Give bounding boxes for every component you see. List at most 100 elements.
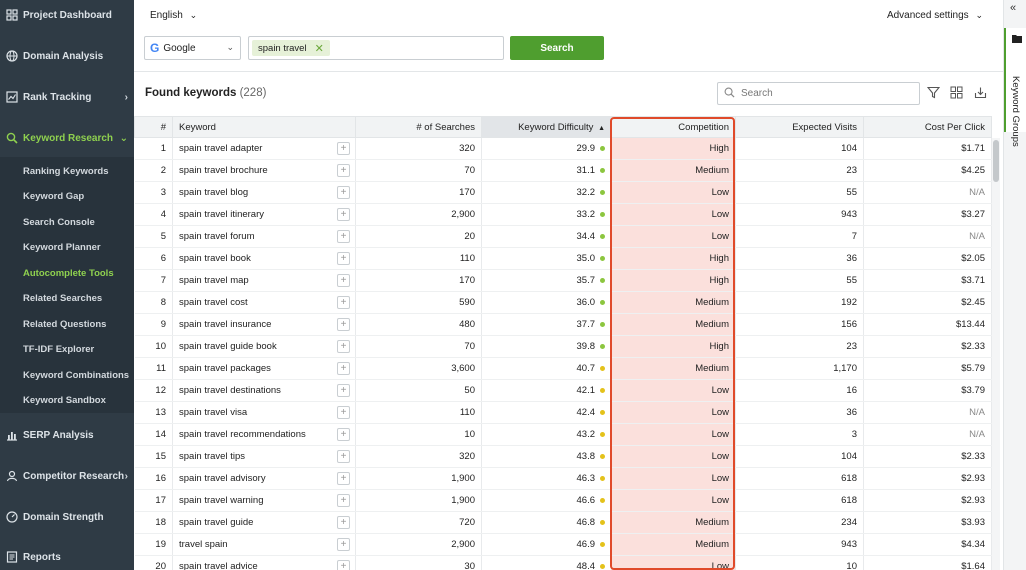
subnav-keyword-gap[interactable]: Keyword Gap	[23, 191, 84, 202]
add-keyword-button[interactable]: +	[337, 296, 350, 309]
cell-difficulty: 34.4	[481, 225, 612, 248]
table-row[interactable]: 13 spain travel visa +110 42.4 Low 36 N/A	[134, 401, 992, 424]
table-row[interactable]: 14 spain travel recommendations +10 43.2 Low…	[134, 423, 992, 446]
add-keyword-button[interactable]: +	[337, 516, 350, 529]
subnav-search-console[interactable]: Search Console	[23, 217, 95, 228]
cell-difficulty-value: 40.7	[576, 363, 596, 374]
cell-competition: Low	[611, 423, 736, 446]
add-keyword-button[interactable]: +	[337, 406, 350, 419]
subnav-related-questions[interactable]: Related Questions	[23, 319, 106, 330]
add-keyword-button[interactable]: +	[337, 318, 350, 331]
cell-searches-value: 170	[459, 275, 475, 286]
nav-reports[interactable]: Reports	[0, 542, 134, 570]
col-header-competition[interactable]: Competition	[611, 116, 736, 138]
table-row[interactable]: 7 spain travel map +170 35.7 High 55 $3.71	[134, 269, 992, 292]
col-header-cpc[interactable]: Cost Per Click	[863, 116, 992, 138]
subnav-autocomplete-tools[interactable]: Autocomplete Tools	[23, 268, 114, 279]
subnav-keyword-combinations[interactable]: Keyword Combinations	[23, 370, 129, 381]
add-keyword-button[interactable]: +	[337, 208, 350, 221]
subnav-tfidf-explorer[interactable]: TF-IDF Explorer	[23, 344, 94, 355]
add-keyword-button[interactable]: +	[337, 428, 350, 441]
table-row[interactable]: 6 spain travel book +110 35.0 High 36 $2.05	[134, 247, 992, 270]
difficulty-indicator-dot	[600, 453, 605, 459]
cell-index: 18	[134, 511, 173, 534]
filter-icon[interactable]	[926, 86, 941, 100]
keyword-groups-tab[interactable]: Keyword Groups	[1004, 28, 1026, 147]
add-keyword-button[interactable]: +	[337, 164, 350, 177]
add-keyword-button[interactable]: +	[337, 494, 350, 507]
cell-index-value: 7	[160, 275, 166, 286]
nav-project-dashboard[interactable]: Project Dashboard	[0, 0, 134, 30]
cell-index: 6	[134, 247, 173, 270]
nav-domain-analysis[interactable]: Domain Analysis	[0, 41, 134, 71]
add-keyword-button[interactable]: +	[337, 142, 350, 155]
table-row[interactable]: 8 spain travel cost +590 36.0 Medium 192 $2.45	[134, 291, 992, 314]
table-row[interactable]: 5 spain travel forum +20 34.4 Low 7 N/A	[134, 225, 992, 248]
cell-visits-value: 943	[841, 539, 857, 550]
cell-index-value: 10	[155, 341, 166, 352]
cell-competition-value: Low	[711, 187, 729, 198]
cell-searches: 110	[355, 401, 482, 424]
add-keyword-button[interactable]: +	[337, 340, 350, 353]
table-search-input[interactable]	[741, 88, 911, 99]
export-icon[interactable]	[974, 86, 988, 100]
cell-keyword-value: spain travel recommendations	[179, 429, 306, 440]
language-select[interactable]: English ⌄	[150, 10, 197, 21]
table-row[interactable]: 10 spain travel guide book +70 39.8 High 23 $2…	[134, 335, 992, 358]
collapse-panel-icon[interactable]: «	[1010, 2, 1016, 14]
table-row[interactable]: 18 spain travel guide +720 46.8 Medium 234 $3.…	[134, 511, 992, 534]
add-keyword-button[interactable]: +	[337, 274, 350, 287]
table-row[interactable]: 2 spain travel brochure +70 31.1 Medium 23 $4.…	[134, 159, 992, 182]
col-header-keyword[interactable]: Keyword	[172, 116, 356, 138]
add-keyword-button[interactable]: +	[337, 186, 350, 199]
cell-searches-value: 30	[464, 561, 475, 570]
subnav-keyword-planner[interactable]: Keyword Planner	[23, 242, 101, 253]
add-keyword-button[interactable]: +	[337, 560, 350, 570]
table-row[interactable]: 19 travel spain +2,900 46.9 Medium 943 $4.34	[134, 533, 992, 556]
nav-serp-analysis[interactable]: SERP Analysis	[0, 420, 134, 450]
add-keyword-button[interactable]: +	[337, 538, 350, 551]
nav-competitor-research[interactable]: Competitor Research ›	[0, 461, 134, 491]
table-row[interactable]: 15 spain travel tips +320 43.8 Low 104 $2.33	[134, 445, 992, 468]
table-row[interactable]: 1 spain travel adapter +320 29.9 High 104 $1.7…	[134, 137, 992, 160]
col-header-difficulty[interactable]: Keyword Difficulty ▲	[481, 116, 612, 138]
subnav-related-searches[interactable]: Related Searches	[23, 293, 102, 304]
add-keyword-button[interactable]: +	[337, 252, 350, 265]
table-row[interactable]: 3 spain travel blog +170 32.2 Low 55 N/A	[134, 181, 992, 204]
table-row[interactable]: 4 spain travel itinerary +2,900 33.2 Low 943 $…	[134, 203, 992, 226]
search-button[interactable]: Search	[510, 36, 604, 60]
cell-difficulty-value: 34.4	[576, 231, 596, 242]
col-header-visits[interactable]: Expected Visits	[735, 116, 864, 138]
nav-domain-strength[interactable]: Domain Strength	[0, 502, 134, 532]
add-keyword-button[interactable]: +	[337, 362, 350, 375]
table-row[interactable]: 20 spain travel advice +30 48.4 Low 10 $1.64	[134, 555, 992, 570]
add-keyword-button[interactable]: +	[337, 230, 350, 243]
cell-index: 10	[134, 335, 173, 358]
remove-tag-icon[interactable]: ✕	[315, 42, 324, 55]
table-row[interactable]: 11 spain travel packages +3,600 40.7 Medium 1…	[134, 357, 992, 380]
nav-keyword-research[interactable]: Keyword Research ⌄	[0, 123, 134, 153]
search-engine-select[interactable]: G Google ⌄	[144, 36, 241, 60]
advanced-settings-button[interactable]: Advanced settings ⌄	[887, 10, 983, 21]
scrollbar-thumb[interactable]	[993, 140, 999, 182]
table-row[interactable]: 9 spain travel insurance +480 37.7 Medium 156…	[134, 313, 992, 336]
keyword-input[interactable]: spain travel ✕	[248, 36, 504, 60]
subnav-keyword-sandbox[interactable]: Keyword Sandbox	[23, 395, 106, 406]
subnav-ranking-keywords[interactable]: Ranking Keywords	[23, 166, 109, 177]
add-keyword-button[interactable]: +	[337, 472, 350, 485]
add-keyword-button[interactable]: +	[337, 450, 350, 463]
table-scrollbar[interactable]	[992, 138, 1000, 570]
table-search-box[interactable]	[717, 82, 920, 105]
col-header-index[interactable]: #	[134, 116, 173, 138]
grid-view-icon[interactable]	[950, 86, 964, 100]
table-row[interactable]: 12 spain travel destinations +50 42.1 Low 16 $…	[134, 379, 992, 402]
difficulty-indicator-dot	[600, 431, 605, 437]
cell-visits: 10	[735, 555, 864, 570]
col-header-searches[interactable]: # of Searches	[355, 116, 482, 138]
add-keyword-button[interactable]: +	[337, 384, 350, 397]
table-row[interactable]: 17 spain travel warning +1,900 46.6 Low 618 $2…	[134, 489, 992, 512]
cell-cpc: $5.79	[863, 357, 992, 380]
cell-index: 7	[134, 269, 173, 292]
table-row[interactable]: 16 spain travel advisory +1,900 46.3 Low 618 $…	[134, 467, 992, 490]
nav-rank-tracking[interactable]: Rank Tracking ›	[0, 82, 134, 112]
